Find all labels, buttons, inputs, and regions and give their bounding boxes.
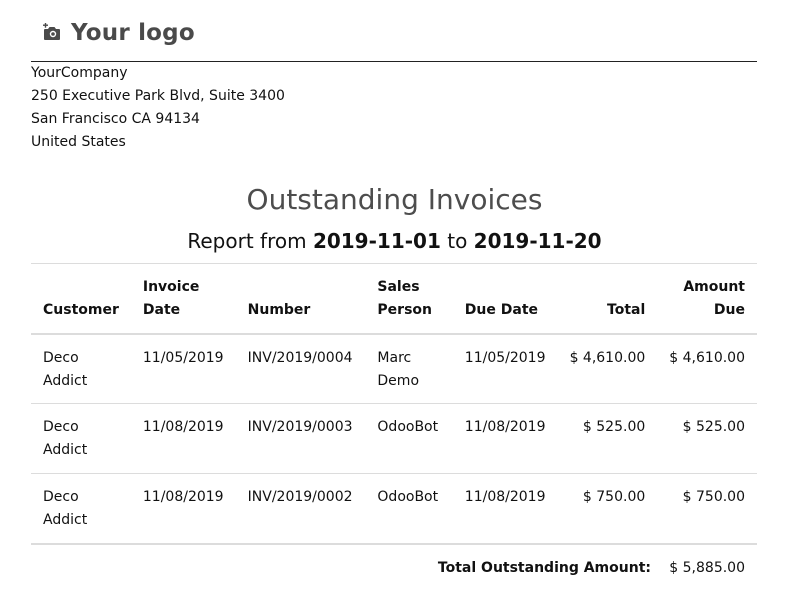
cell-total: $ 525.00 [557,403,658,474]
cell-total: $ 4,610.00 [557,333,658,404]
cell-amount-due: $ 525.00 [657,403,757,474]
logo-text: Your logo [71,20,195,46]
company-country: United States [31,134,126,150]
invoices-table: Customer Invoice Date Number Sales Perso… [31,263,757,545]
header-invoice-date: Invoice Date [130,263,236,335]
cell-customer: Deco Addict [31,403,131,474]
report-title: Outstanding Invoices [246,183,543,216]
cell-total: $ 750.00 [557,473,658,545]
table-row: Deco Addict 11/05/2019 INV/2019/0004 Mar… [31,333,757,404]
header-due-date: Due Date [452,263,558,335]
company-logo: Your logo [43,20,195,46]
cell-amount-due: $ 4,610.00 [657,333,757,404]
cell-due-date: 11/08/2019 [452,473,558,545]
cell-number: INV/2019/0004 [235,333,366,404]
header-sales-person: Sales Person [365,263,453,335]
cell-due-date: 11/08/2019 [452,403,558,474]
cell-sales-person: OdooBot [365,403,453,474]
cell-due-date: 11/05/2019 [452,333,558,404]
cell-invoice-date: 11/08/2019 [130,403,236,474]
report-header: Your logo [31,0,757,62]
cell-number: INV/2019/0002 [235,473,366,545]
cell-sales-person: OdooBot [365,473,453,545]
header-customer: Customer [31,263,131,335]
cell-customer: Deco Addict [31,473,131,545]
cell-invoice-date: 11/08/2019 [130,473,236,545]
date-to: 2019-11-20 [473,229,602,253]
table-header-row: Customer Invoice Date Number Sales Perso… [31,263,757,335]
company-address: YourCompany 250 Executive Park Blvd, Sui… [31,62,285,154]
cell-number: INV/2019/0003 [235,403,366,474]
subtitle-mid: to [447,229,468,253]
total-outstanding-value: $ 5,885.00 [669,560,745,576]
header-number: Number [235,263,366,335]
company-name: YourCompany [31,65,128,81]
report-subtitle: Report from 2019-11-01 to 2019-11-20 [0,229,789,253]
table-row: Deco Addict 11/08/2019 INV/2019/0003 Odo… [31,403,757,474]
subtitle-prefix: Report from [187,229,307,253]
cell-customer: Deco Addict [31,333,131,404]
camera-plus-icon [43,23,60,40]
total-outstanding-label: Total Outstanding Amount: [437,560,651,576]
header-amount-due: Amount Due [657,263,757,335]
cell-sales-person: Marc Demo [365,333,453,404]
company-city: San Francisco CA 94134 [31,111,200,127]
cell-amount-due: $ 750.00 [657,473,757,545]
cell-invoice-date: 11/05/2019 [130,333,236,404]
date-from: 2019-11-01 [312,229,441,253]
header-total: Total [557,263,658,335]
company-street: 250 Executive Park Blvd, Suite 3400 [31,88,285,104]
table-row: Deco Addict 11/08/2019 INV/2019/0002 Odo… [31,473,757,545]
